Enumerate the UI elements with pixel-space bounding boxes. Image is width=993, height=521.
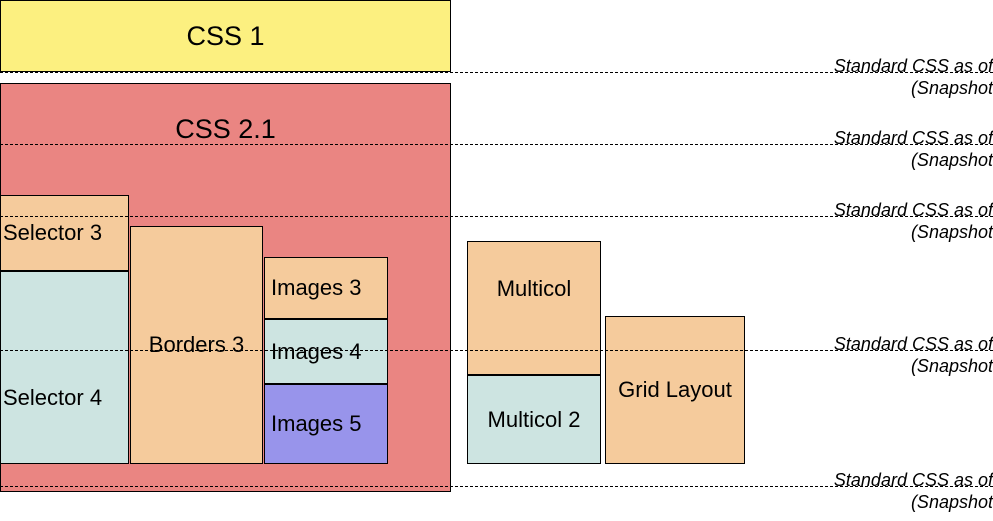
snapshot-annot-0-l2: (Snapshot xyxy=(834,78,993,100)
snapshot-annot-2-l2: (Snapshot xyxy=(834,222,993,244)
label-css1: CSS 1 xyxy=(186,21,264,52)
label-gridlayout: Grid Layout xyxy=(618,377,732,403)
box-borders3: Borders 3 xyxy=(130,226,263,464)
label-images5: Images 5 xyxy=(271,411,362,437)
snapshot-annot-0-l1: Standard CSS as of xyxy=(834,56,993,76)
box-images3: Images 3 xyxy=(264,257,388,319)
snapshot-annot-3-l2: (Snapshot xyxy=(834,356,993,378)
snapshot-annot-1-l1: Standard CSS as of xyxy=(834,128,993,148)
box-css1: CSS 1 xyxy=(0,0,451,72)
label-selector4: Selector 4 xyxy=(3,385,102,411)
box-selector3: Selector 3 xyxy=(0,195,129,271)
label-multicol: Multicol xyxy=(497,276,572,302)
snapshot-annot-4: Standard CSS as of (Snapshot xyxy=(834,470,993,513)
box-images5: Images 5 xyxy=(264,384,388,464)
snapshot-annot-1-l2: (Snapshot xyxy=(834,150,993,172)
snapshot-annot-0: Standard CSS as of (Snapshot xyxy=(834,56,993,99)
label-multicol2: Multicol 2 xyxy=(488,407,581,433)
box-gridlayout: Grid Layout xyxy=(605,316,745,464)
snapshot-annot-2-l1: Standard CSS as of xyxy=(834,200,993,220)
snapshot-annot-3: Standard CSS as of (Snapshot xyxy=(834,334,993,377)
snapshot-annot-2: Standard CSS as of (Snapshot xyxy=(834,200,993,243)
box-images4: Images 4 xyxy=(264,319,388,384)
label-selector3: Selector 3 xyxy=(3,220,102,246)
label-css21: CSS 2.1 xyxy=(175,114,276,145)
label-images4: Images 4 xyxy=(271,339,362,365)
snapshot-annot-1: Standard CSS as of (Snapshot xyxy=(834,128,993,171)
box-multicol2: Multicol 2 xyxy=(467,375,601,464)
snapshot-annot-3-l1: Standard CSS as of xyxy=(834,334,993,354)
box-selector4: Selector 4 xyxy=(0,271,129,464)
label-borders3: Borders 3 xyxy=(149,332,244,358)
label-images3: Images 3 xyxy=(271,275,362,301)
snapshot-annot-4-l2: (Snapshot xyxy=(834,492,993,514)
snapshot-annot-4-l1: Standard CSS as of xyxy=(834,470,993,490)
box-multicol: Multicol xyxy=(467,241,601,375)
